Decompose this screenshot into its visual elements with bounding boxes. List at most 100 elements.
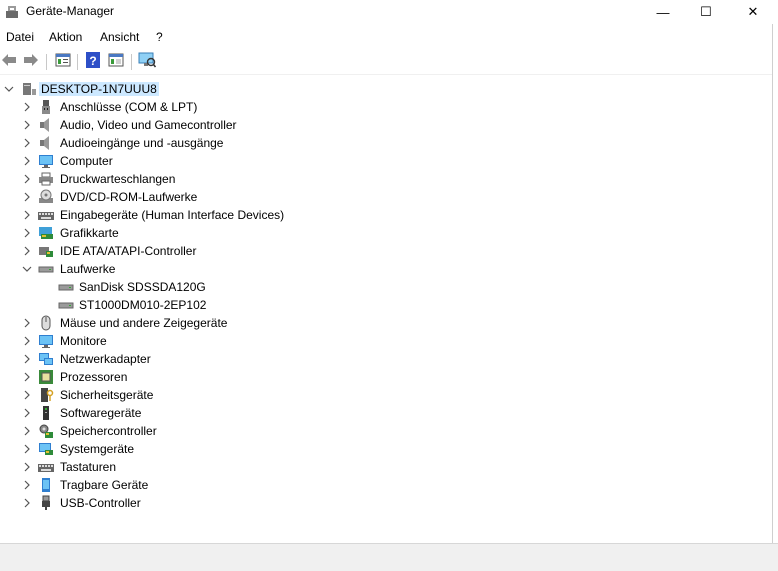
tree-device[interactable]: SanDisk SDSSDA120G (0, 278, 600, 296)
category-label: Monitore (60, 334, 107, 348)
chevron-right-icon[interactable] (22, 209, 32, 221)
tree-category[interactable]: Audio, Video und Gamecontroller (0, 116, 600, 134)
chevron-right-icon[interactable] (22, 335, 32, 347)
category-label: Laufwerke (60, 262, 116, 276)
mouse-icon (38, 315, 54, 331)
category-label: Grafikkarte (60, 226, 119, 240)
tree-category[interactable]: Audioeingänge und -ausgänge (0, 134, 600, 152)
tree-category[interactable]: Druckwarteschlangen (0, 170, 600, 188)
menu-ansicht[interactable]: Ansicht (100, 30, 139, 44)
tree-category[interactable]: Softwaregeräte (0, 404, 600, 422)
chevron-right-icon[interactable] (22, 479, 32, 491)
chevron-right-icon[interactable] (22, 191, 32, 203)
category-label: USB-Controller (60, 496, 141, 510)
chevron-right-icon[interactable] (22, 407, 32, 419)
category-label: Sicherheitsgeräte (60, 388, 154, 402)
security-icon (38, 387, 54, 403)
back-button[interactable] (0, 52, 18, 70)
chevron-right-icon[interactable] (22, 371, 32, 383)
menu-datei[interactable]: Datei (6, 30, 34, 44)
tree-category[interactable]: Computer (0, 152, 600, 170)
tree-device[interactable]: ST1000DM010-2EP102 (0, 296, 600, 314)
tree-category[interactable]: Speichercontroller (0, 422, 600, 440)
speaker-icon (38, 135, 54, 151)
scan-hardware-icon (138, 52, 157, 71)
chevron-right-icon[interactable] (22, 227, 32, 239)
chevron-right-icon[interactable] (22, 461, 32, 473)
category-label: Netzwerkadapter (60, 352, 151, 366)
tree-category[interactable]: USB-Controller (0, 494, 600, 512)
chevron-right-icon[interactable] (22, 155, 32, 167)
monitor-icon (38, 153, 54, 169)
tree-category[interactable]: Tastaturen (0, 458, 600, 476)
view-icon (108, 53, 124, 70)
category-label: Tastaturen (60, 460, 117, 474)
category-label: Audio, Video und Gamecontroller (60, 118, 237, 132)
category-label: Tragbare Geräte (60, 478, 149, 492)
toolbar-separator (46, 54, 47, 70)
category-label: Druckwarteschlangen (60, 172, 176, 186)
forward-button[interactable] (22, 52, 40, 70)
keyboard-icon (38, 459, 54, 475)
chevron-down-icon[interactable] (4, 83, 14, 95)
portable-device-icon (38, 477, 54, 493)
window-border (772, 24, 778, 544)
scan-hardware-button[interactable] (138, 52, 157, 71)
chevron-right-icon[interactable] (22, 389, 32, 401)
port-icon (38, 99, 54, 115)
tree-category[interactable]: Mäuse und andere Zeigegeräte (0, 314, 600, 332)
printer-icon (38, 171, 54, 187)
speaker-icon (38, 117, 54, 133)
view-button[interactable] (107, 52, 125, 70)
chevron-right-icon[interactable] (22, 101, 32, 113)
chevron-right-icon[interactable] (22, 173, 32, 185)
drive-icon (58, 279, 74, 295)
close-icon: ✕ (747, 4, 759, 19)
tree-category[interactable]: Grafikkarte (0, 224, 600, 242)
tree-category[interactable]: Laufwerke (0, 260, 600, 278)
minimize-button[interactable]: — (640, 0, 686, 24)
status-bar (0, 543, 778, 571)
chevron-right-icon[interactable] (22, 317, 32, 329)
chevron-right-icon[interactable] (22, 245, 32, 257)
close-button[interactable]: ✕ (730, 0, 776, 24)
tree-category[interactable]: Tragbare Geräte (0, 476, 600, 494)
device-label: ST1000DM010-2EP102 (79, 298, 207, 312)
chevron-right-icon[interactable] (22, 425, 32, 437)
tree-category[interactable]: Eingabegeräte (Human Interface Devices) (0, 206, 600, 224)
computer-icon (21, 81, 37, 97)
tree-category[interactable]: Anschlüsse (COM & LPT) (0, 98, 600, 116)
chevron-right-icon[interactable] (22, 497, 32, 509)
tree-category[interactable]: Systemgeräte (0, 440, 600, 458)
menu-aktion[interactable]: Aktion (49, 30, 82, 44)
tree-root[interactable]: DESKTOP-1N7UUU8 (0, 80, 600, 98)
category-label: Audioeingänge und -ausgänge (60, 136, 224, 150)
tree-category[interactable]: Prozessoren (0, 368, 600, 386)
toolbar-separator (131, 54, 132, 70)
chevron-right-icon[interactable] (22, 353, 32, 365)
usb-icon (38, 495, 54, 511)
tree-category[interactable]: DVD/CD-ROM-Laufwerke (0, 188, 600, 206)
disc-icon (38, 189, 54, 205)
back-icon (1, 53, 17, 70)
chevron-right-icon[interactable] (22, 119, 32, 131)
tree-category[interactable]: Netzwerkadapter (0, 350, 600, 368)
maximize-button[interactable]: ☐ (683, 0, 729, 24)
chevron-right-icon[interactable] (22, 137, 32, 149)
toolbar-separator (77, 54, 78, 70)
tree-category[interactable]: Sicherheitsgeräte (0, 386, 600, 404)
help-button[interactable]: ? (84, 51, 102, 70)
software-device-icon (38, 405, 54, 421)
minimize-icon: — (656, 4, 670, 20)
chevron-right-icon[interactable] (22, 443, 32, 455)
chevron-down-icon[interactable] (22, 263, 32, 275)
properties-button[interactable] (54, 52, 72, 70)
category-label: DVD/CD-ROM-Laufwerke (60, 190, 198, 204)
monitor-icon (38, 333, 54, 349)
drive-icon (38, 261, 54, 277)
category-label: IDE ATA/ATAPI-Controller (60, 244, 197, 258)
category-label: Anschlüsse (COM & LPT) (60, 100, 198, 114)
menu-help[interactable]: ? (156, 30, 163, 44)
tree-category[interactable]: Monitore (0, 332, 600, 350)
tree-category[interactable]: IDE ATA/ATAPI-Controller (0, 242, 600, 260)
